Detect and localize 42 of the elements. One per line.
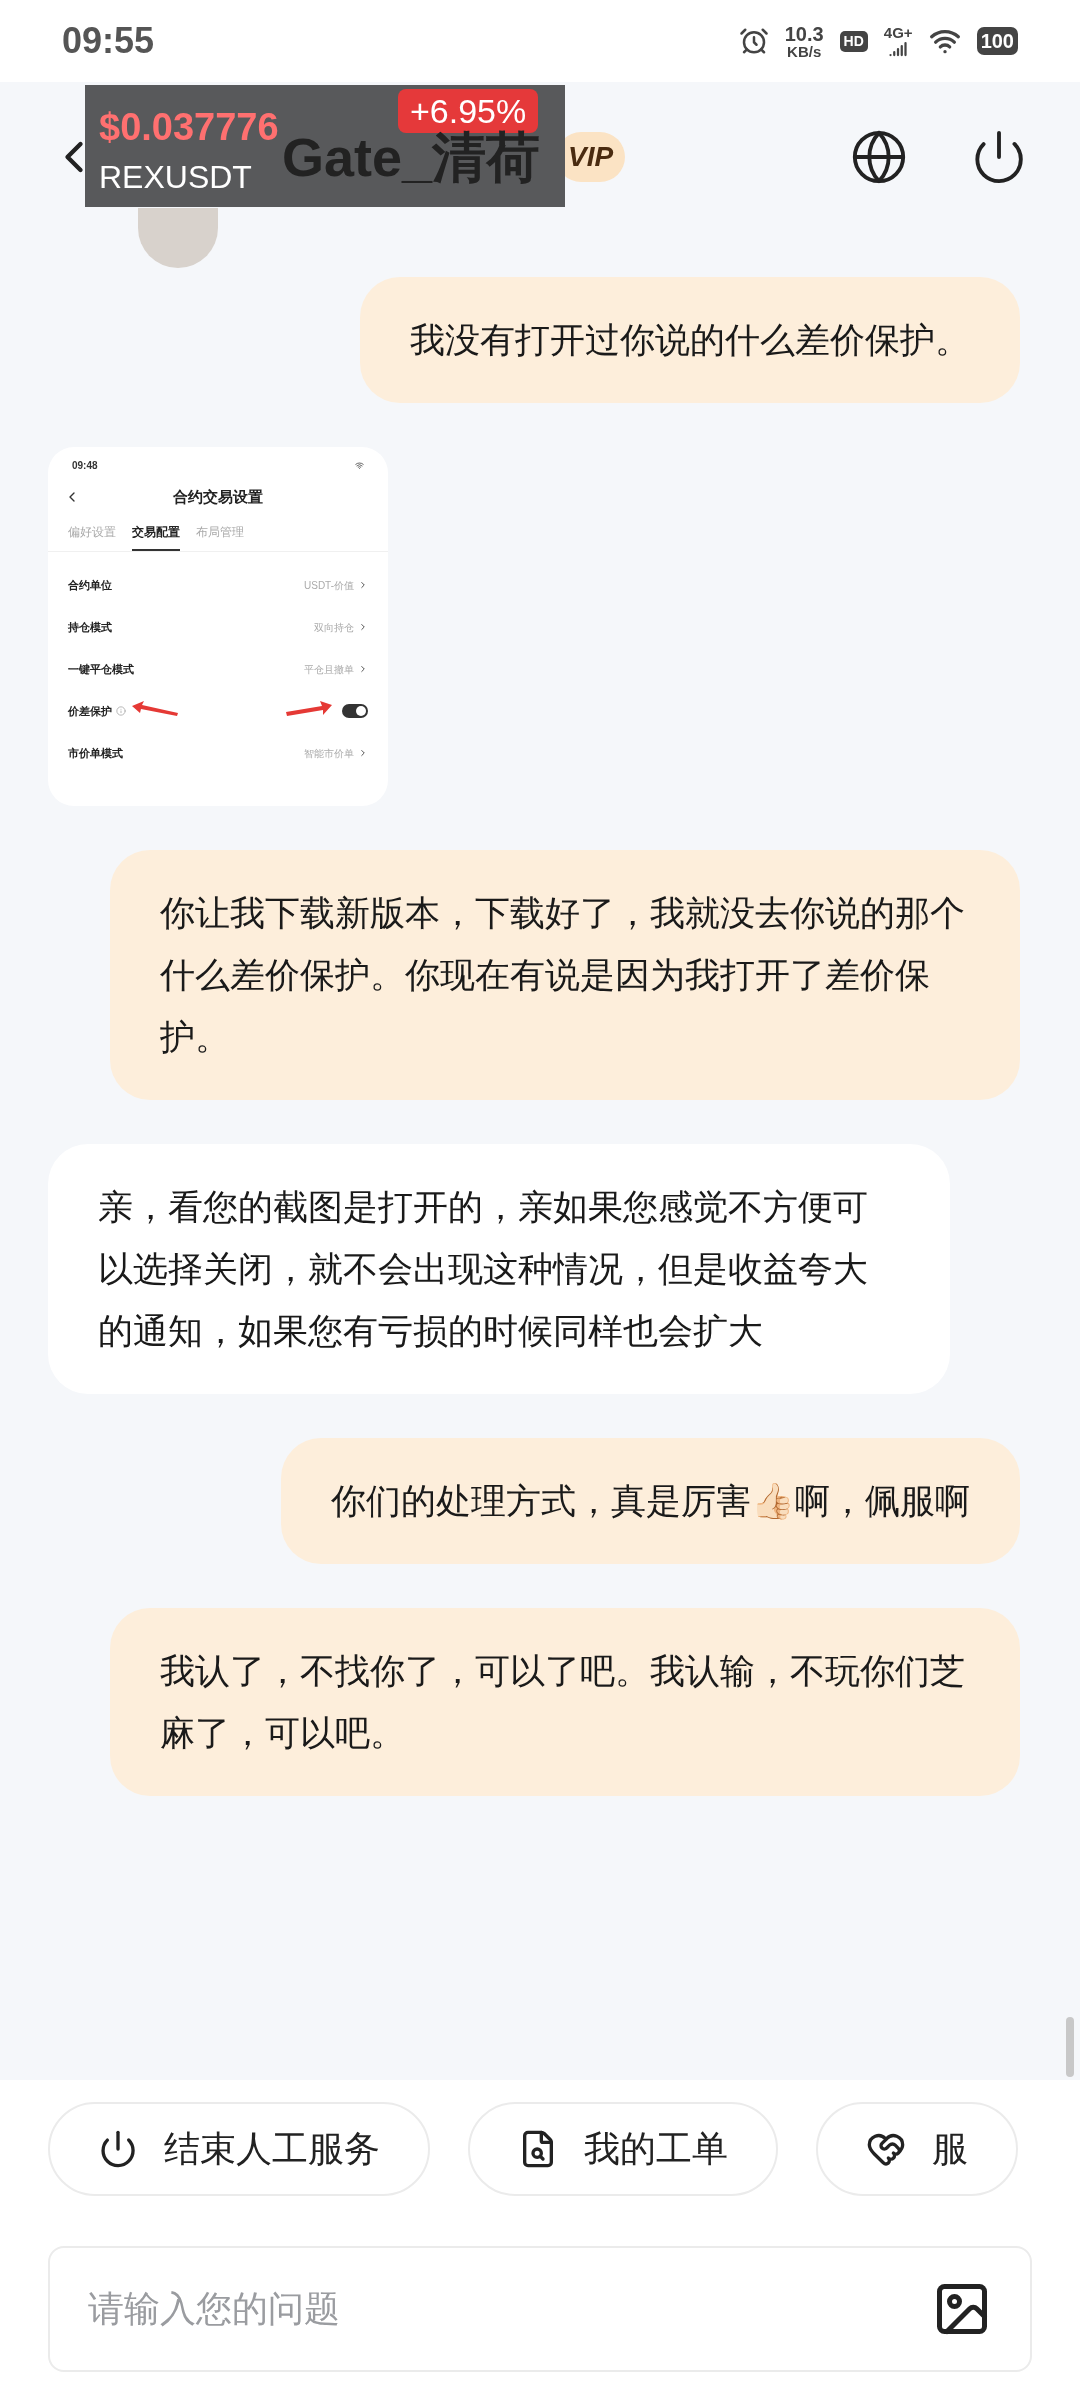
power-icon — [98, 2129, 138, 2169]
ticker-price: $0.037776 — [99, 105, 279, 150]
wifi-icon — [355, 460, 364, 470]
battery-indicator: 100 — [976, 27, 1018, 55]
setting-value: 智能市价单 — [304, 746, 354, 761]
quick-action-chip[interactable]: 服 — [816, 2102, 1018, 2196]
setting-label: 一键平仓模式 — [68, 661, 134, 677]
setting-value: USDT-价值 — [304, 578, 354, 593]
setting-label: 持仓模式 — [68, 619, 112, 635]
quick-action-chip[interactable]: 结束人工服务 — [48, 2102, 430, 2196]
setting-label: 市价单模式 — [68, 745, 123, 761]
network-speed: 10.3 — [784, 23, 824, 44]
chevron-icon — [358, 580, 368, 590]
status-time: 09:48 — [72, 458, 98, 473]
alarm-icon — [738, 26, 769, 56]
setting-value: 平仓且撤单 — [304, 662, 354, 677]
screenshot-card[interactable]: 09:48 合约交易设置 偏好设置 交易配置 布局管理 合约单位 USDT-价值 持仓模式 双向持仓 一键平仓模式 平仓且撤单 价差保护 市价单模式 智能市价单 — [48, 447, 388, 806]
message-bubble: 我认了，不找你了，可以了吧。我认输，不玩你们芝麻了，可以吧。 — [110, 1608, 1020, 1796]
chevron-icon — [358, 748, 368, 758]
chevron-icon — [358, 664, 368, 674]
screen-title: 合约交易设置 — [173, 486, 263, 507]
message-bubble: 你让我下载新版本，下载好了，我就没去你说的那个什么差价保护。你现在有说是因为我打开了差价保护。 — [110, 850, 1020, 1100]
setting-value: 双向持仓 — [314, 620, 354, 635]
speed-unit: KB/s — [787, 43, 822, 59]
signal-icon — [889, 39, 908, 58]
setting-label: 合约单位 — [68, 577, 112, 593]
message-bubble: 我没有打开过你说的什么差价保护。 — [360, 277, 1020, 403]
question-input[interactable]: 请输入您的问题 — [48, 2246, 1032, 2372]
quick-action-chip[interactable]: 我的工单 — [468, 2102, 778, 2196]
message-bubble: 你们的处理方式，真是厉害👍🏻啊，佩服啊 — [281, 1438, 1020, 1564]
hd-indicator: HD — [839, 30, 868, 52]
status-time: 09:55 — [62, 19, 155, 63]
question-field[interactable]: 请输入您的问题 — [88, 2282, 932, 2336]
message-bubble: 亲，看您的截图是打开的，亲如果您感觉不方便可以选择关闭，就不会出现这种情况，但是收益夸大的通知，如果您有亏损的时候同样也会扩大 — [48, 1144, 950, 1394]
globe-icon[interactable] — [850, 128, 908, 186]
ticker-symbol: REXUSDT — [99, 158, 252, 197]
scrollbar — [1066, 2017, 1074, 2077]
network-type: 4G+ — [883, 24, 913, 40]
settings-tab[interactable]: 交易配置 — [132, 519, 180, 551]
setting-label: 价差保护 — [68, 703, 112, 719]
chevron-icon — [358, 622, 368, 632]
toggle-switch[interactable] — [342, 704, 368, 718]
